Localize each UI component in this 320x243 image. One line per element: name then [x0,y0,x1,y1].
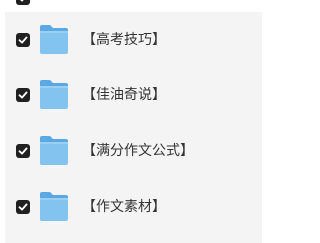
folder-name[interactable]: 【高考技巧】 [82,30,166,50]
previous-item-fragment [0,0,262,12]
checkmark-icon [18,36,28,44]
checkmark-icon [18,203,28,211]
folder-icon[interactable] [39,190,69,222]
folder-name[interactable]: 【佳油奇说】 [82,85,166,105]
checkmark-icon [18,147,28,155]
checkbox-checked[interactable] [16,33,30,47]
folder-icon[interactable] [39,134,69,166]
folder-row[interactable]: 【满分作文公式】 [5,131,262,171]
checkbox-icon[interactable] [16,0,30,5]
folder-row[interactable]: 【高考技巧】 [5,20,262,60]
folder-icon[interactable] [39,78,69,110]
checkbox-checked[interactable] [16,144,30,158]
checkbox-checked[interactable] [16,88,30,102]
folder-name[interactable]: 【作文素材】 [82,197,166,217]
folder-icon[interactable] [39,23,69,55]
folder-row[interactable]: 【作文素材】 [5,187,262,227]
folder-name[interactable]: 【满分作文公式】 [82,141,194,161]
checkmark-icon [18,91,28,99]
folder-row[interactable]: 【佳油奇说】 [5,75,262,115]
checkbox-checked[interactable] [16,200,30,214]
